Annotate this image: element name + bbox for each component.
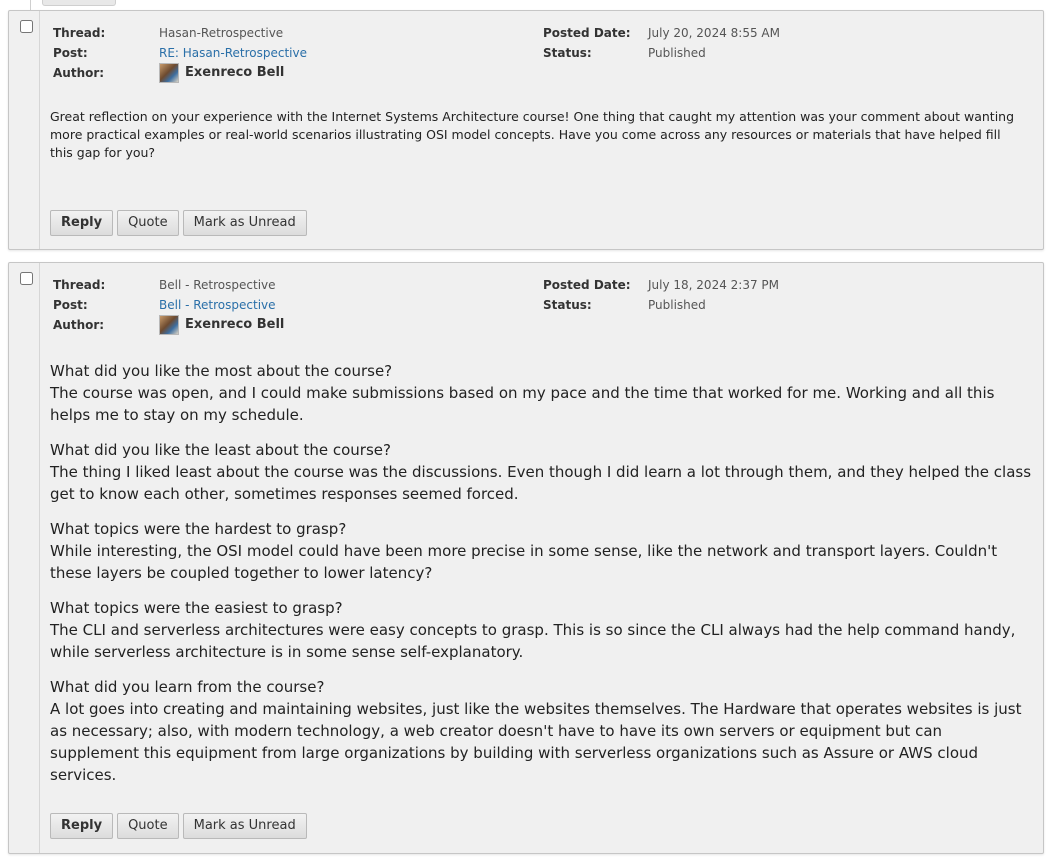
post-actions: Reply Quote Mark as Unread	[50, 813, 307, 839]
post-gutter	[39, 263, 40, 853]
status-label: Status:	[543, 46, 592, 60]
question: What did you like the most about the cou…	[50, 362, 393, 380]
post-select-checkbox[interactable]	[20, 272, 33, 285]
qa-block: What topics were the hardest to grasp? W…	[50, 518, 1035, 584]
post-label: Post:	[53, 298, 88, 312]
reply-button[interactable]: Reply	[50, 210, 114, 236]
author-label: Author:	[53, 66, 105, 80]
mark-as-unread-button[interactable]: Mark as Unread	[182, 813, 307, 839]
post-card: Thread: Hasan-Retrospective Post: RE: Ha…	[8, 10, 1044, 250]
qa-block: What did you like the most about the cou…	[50, 360, 1035, 426]
question: What did you like the least about the co…	[50, 441, 391, 459]
post-gutter	[39, 11, 40, 249]
author-name[interactable]: Exenreco Bell	[185, 63, 284, 83]
posted-date-label: Posted Date:	[543, 26, 631, 40]
question: What did you learn from the course?	[50, 678, 325, 696]
question: What topics were the easiest to grasp?	[50, 599, 343, 617]
quote-button[interactable]: Quote	[117, 813, 179, 839]
posted-date-value: July 20, 2024 8:55 AM	[648, 26, 780, 40]
answer: While interesting, the OSI model could h…	[50, 542, 998, 582]
avatar[interactable]	[159, 315, 179, 335]
quote-button[interactable]: Quote	[117, 210, 179, 236]
author-label: Author:	[53, 318, 105, 332]
post-body: Great reflection on your experience with…	[50, 109, 1015, 160]
status-value: Published	[648, 298, 706, 312]
mark-as-unread-button[interactable]: Mark as Unread	[182, 210, 307, 236]
post-actions: Reply Quote Mark as Unread	[50, 210, 307, 236]
post-meta-right: Posted Date: July 18, 2024 2:37 PM Statu…	[543, 275, 843, 315]
post-card: Thread: Bell - Retrospective Post: Bell …	[8, 262, 1044, 854]
thread-value: Bell - Retrospective	[159, 278, 276, 292]
qa-block: What topics were the easiest to grasp? T…	[50, 597, 1035, 663]
previous-post-tab	[42, 0, 116, 6]
author-name[interactable]: Exenreco Bell	[185, 315, 284, 335]
answer: The thing I liked least about the course…	[50, 463, 1032, 503]
qa-block: What did you learn from the course? A lo…	[50, 676, 1035, 786]
post-link[interactable]: RE: Hasan-Retrospective	[159, 46, 307, 60]
avatar[interactable]	[159, 63, 179, 83]
answer: The course was open, and I could make su…	[50, 384, 995, 424]
status-value: Published	[648, 46, 706, 60]
reply-button[interactable]: Reply	[50, 813, 114, 839]
thread-tree-line	[30, 0, 31, 10]
thread-label: Thread:	[53, 26, 106, 40]
post-select-checkbox[interactable]	[20, 20, 33, 33]
author: Exenreco Bell	[159, 315, 284, 335]
post-label: Post:	[53, 46, 88, 60]
qa-block: What did you like the least about the co…	[50, 439, 1035, 505]
posted-date-label: Posted Date:	[543, 278, 631, 292]
author: Exenreco Bell	[159, 63, 284, 83]
answer: A lot goes into creating and maintaining…	[50, 700, 1022, 784]
thread-value: Hasan-Retrospective	[159, 26, 284, 40]
posted-date-value: July 18, 2024 2:37 PM	[648, 278, 779, 292]
post-link[interactable]: Bell - Retrospective	[159, 298, 276, 312]
thread-label: Thread:	[53, 278, 106, 292]
question: What topics were the hardest to grasp?	[50, 520, 347, 538]
post-body: What did you like the most about the cou…	[50, 360, 1035, 799]
post-meta-right: Posted Date: July 20, 2024 8:55 AM Statu…	[543, 23, 843, 63]
status-label: Status:	[543, 298, 592, 312]
answer: The CLI and serverless architectures wer…	[50, 621, 1016, 661]
